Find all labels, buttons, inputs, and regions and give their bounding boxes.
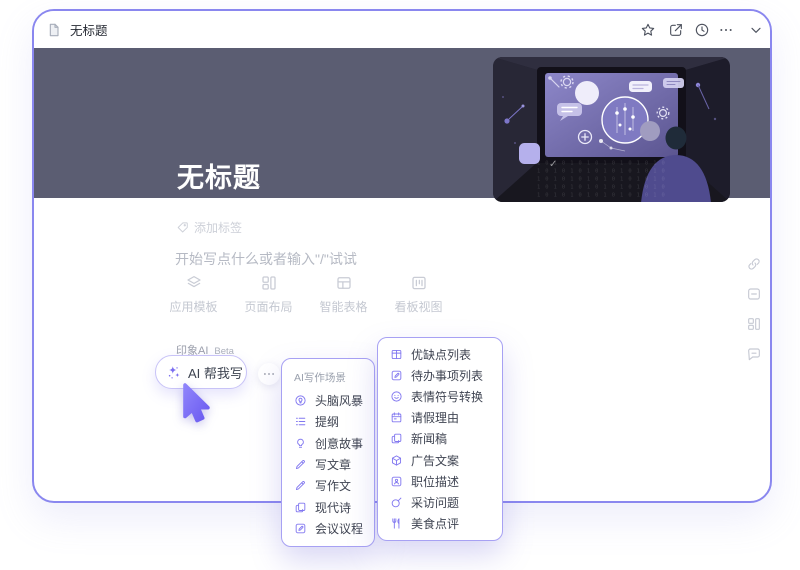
collapse-icon[interactable] bbox=[748, 22, 764, 38]
question-icon bbox=[390, 496, 403, 509]
template-kanban-view-label: 看板视图 bbox=[394, 298, 442, 315]
menu-item-leave-reason[interactable]: 请假理由 bbox=[378, 407, 502, 428]
menu-item-creative-story[interactable]: 创意故事 bbox=[282, 433, 374, 454]
template-apply[interactable]: 应用模板 bbox=[156, 274, 231, 315]
menu-item-write-essay[interactable]: 写作文 bbox=[282, 475, 374, 496]
template-shortcuts: 应用模板 页面布局 智能表格 看板视图 bbox=[156, 274, 456, 315]
pages-icon bbox=[294, 501, 307, 514]
document-icon bbox=[46, 22, 62, 38]
emoji-icon bbox=[390, 390, 403, 403]
comment-icon[interactable] bbox=[746, 346, 762, 362]
doc-edit-icon bbox=[294, 522, 307, 535]
menu-item-press-release[interactable]: 新闻稿 bbox=[378, 428, 502, 449]
binary-texture: 1 0 1 0 1 0 1 0 1 0 1 0 1 0 1 0 1 0 1 0 … bbox=[537, 160, 687, 200]
template-page-layout-label: 页面布局 bbox=[244, 298, 292, 315]
frame-icon[interactable] bbox=[746, 286, 762, 302]
menu-item-food-review[interactable]: 美食点评 bbox=[378, 513, 502, 534]
ellipsis-icon bbox=[262, 367, 276, 381]
app-stage: 无标题 无标题 添加标签 开始写点什么或者输入"/"试试 bbox=[0, 0, 800, 570]
history-icon[interactable] bbox=[694, 22, 710, 38]
note-title[interactable]: 无标题 bbox=[177, 156, 261, 195]
template-smart-table-label: 智能表格 bbox=[319, 298, 367, 315]
check-mark: ✓ bbox=[549, 159, 557, 170]
share-icon[interactable] bbox=[668, 22, 684, 38]
more-options-icon[interactable] bbox=[718, 22, 734, 38]
menu-item-todo-list[interactable]: 待办事项列表 bbox=[378, 365, 502, 386]
add-tag-label: 添加标签 bbox=[194, 219, 242, 236]
kanban-icon bbox=[410, 274, 428, 292]
box-icon bbox=[390, 454, 403, 467]
template-smart-table[interactable]: 智能表格 bbox=[306, 274, 381, 315]
menu-item-meeting-agenda[interactable]: 会议议程 bbox=[282, 518, 374, 539]
ai-write-button-label: AI 帮我写 bbox=[188, 363, 243, 382]
doc-edit-icon bbox=[390, 369, 403, 382]
pen-icon bbox=[294, 458, 307, 471]
pen-icon bbox=[294, 479, 307, 492]
menu-item-brainstorm[interactable]: 头脑风暴 bbox=[282, 390, 374, 411]
outline-icon bbox=[294, 415, 307, 428]
star-icon[interactable] bbox=[640, 22, 656, 38]
menu-item-modern-poem[interactable]: 现代诗 bbox=[282, 496, 374, 517]
template-page-layout[interactable]: 页面布局 bbox=[231, 274, 306, 315]
layers-icon bbox=[185, 274, 203, 292]
editor-placeholder[interactable]: 开始写点什么或者输入"/"试试 bbox=[175, 249, 357, 269]
ai-more-button[interactable] bbox=[258, 363, 280, 385]
tag-icon bbox=[176, 221, 189, 234]
table-icon bbox=[335, 274, 353, 292]
window-title: 无标题 bbox=[70, 20, 108, 39]
idea-icon bbox=[294, 437, 307, 450]
header-illustration: 1 0 1 0 1 0 1 0 1 0 1 0 1 0 1 0 1 0 1 0 … bbox=[493, 57, 730, 202]
template-apply-label: 应用模板 bbox=[169, 298, 217, 315]
mouse-cursor-icon bbox=[182, 382, 218, 424]
columns-icon bbox=[390, 348, 403, 361]
menu-item-pros-cons-list[interactable]: 优缺点列表 bbox=[378, 344, 502, 365]
topbar-actions bbox=[640, 16, 764, 44]
menu-item-outline[interactable]: 提纲 bbox=[282, 411, 374, 432]
brainstorm-icon bbox=[294, 394, 307, 407]
menu-item-write-article[interactable]: 写文章 bbox=[282, 454, 374, 475]
menu-item-ad-copy[interactable]: 广告文案 bbox=[378, 450, 502, 471]
ai-templates-menu: 优缺点列表 待办事项列表 表情符号转换 请假理由 新闻稿 广告文案 bbox=[377, 337, 503, 541]
menu-item-job-description[interactable]: 职位描述 bbox=[378, 471, 502, 492]
food-icon bbox=[390, 517, 403, 530]
sparkle-icon bbox=[165, 364, 182, 381]
ai-scenes-menu-title: AI写作场景 bbox=[294, 370, 346, 385]
ai-templates-menu-list: 优缺点列表 待办事项列表 表情符号转换 请假理由 新闻稿 广告文案 bbox=[378, 344, 502, 534]
link-icon[interactable] bbox=[746, 256, 762, 272]
add-tag-button[interactable]: 添加标签 bbox=[176, 219, 242, 236]
calendar-icon bbox=[390, 411, 403, 424]
blocks-icon[interactable] bbox=[746, 316, 762, 332]
window-topbar: 无标题 bbox=[34, 11, 770, 48]
side-tool-rail bbox=[746, 256, 762, 362]
ai-scenes-menu: AI写作场景 头脑风暴 提纲 创意故事 写文章 写作文 bbox=[281, 358, 375, 547]
pages-icon bbox=[390, 432, 403, 445]
menu-item-emoji-convert[interactable]: 表情符号转换 bbox=[378, 386, 502, 407]
ai-scenes-menu-list: 头脑风暴 提纲 创意故事 写文章 写作文 现代诗 bbox=[282, 390, 374, 539]
menu-item-interview-questions[interactable]: 采访问题 bbox=[378, 492, 502, 513]
layout-icon bbox=[260, 274, 278, 292]
profile-icon bbox=[390, 475, 403, 488]
template-kanban-view[interactable]: 看板视图 bbox=[381, 274, 456, 315]
